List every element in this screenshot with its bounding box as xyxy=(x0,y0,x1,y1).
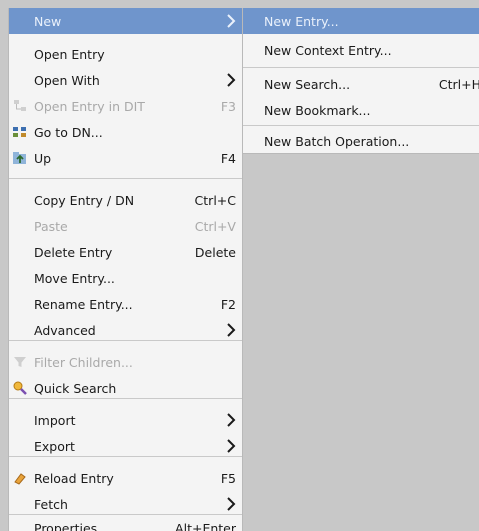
menu-item-label: Go to DN... xyxy=(34,124,103,140)
menu-item-shortcut: Ctrl+V xyxy=(194,218,236,234)
menu-item-copy-entry[interactable]: Copy Entry / DN Ctrl+C xyxy=(9,187,242,213)
menu-item-go-to-dn[interactable]: Go to DN... xyxy=(9,119,242,145)
menu-item-reload-entry[interactable]: Reload Entry F5 xyxy=(9,465,242,491)
menu-item-shortcut: Delete xyxy=(194,244,236,260)
menu-item-filter-children[interactable]: Filter Children... xyxy=(9,349,242,375)
menu-item-label: Open With xyxy=(34,72,100,88)
chevron-right-icon xyxy=(227,413,236,427)
menu-item-up[interactable]: Up F4 xyxy=(9,145,242,171)
menu-item-open-with[interactable]: Open With xyxy=(9,67,242,93)
menu-item-label: Filter Children... xyxy=(34,354,133,370)
quick-search-icon xyxy=(12,380,28,396)
menu-item-move-entry[interactable]: Move Entry... xyxy=(9,265,242,291)
background-area xyxy=(243,154,479,531)
menu-item-label: Import xyxy=(34,412,76,428)
menu-item-label: Reload Entry xyxy=(34,470,114,486)
submenu-separator xyxy=(243,67,479,68)
chevron-right-icon xyxy=(227,73,236,87)
menu-item-shortcut: F2 xyxy=(220,296,236,312)
submenu-separator xyxy=(243,125,479,126)
menu-item-label: Open Entry xyxy=(34,46,105,62)
reload-icon xyxy=(12,470,28,486)
menu-item-properties[interactable]: Properties Alt+Enter xyxy=(9,515,242,531)
chevron-right-icon xyxy=(227,439,236,453)
menu-item-import[interactable]: Import xyxy=(9,407,242,433)
menu-item-label: Copy Entry / DN xyxy=(34,192,135,208)
submenu-item-new-search[interactable]: New Search... Ctrl+H xyxy=(243,71,479,97)
submenu-item-new-batch-operation[interactable]: New Batch Operation... xyxy=(243,128,479,153)
menu-item-label: Fetch xyxy=(34,496,68,512)
menu-item-shortcut: F5 xyxy=(220,470,236,486)
menu-item-new[interactable]: New xyxy=(9,8,242,34)
submenu-item-new-bookmark[interactable]: New Bookmark... xyxy=(243,97,479,123)
context-menu: New Open Entry Open With Open Entry in D… xyxy=(8,8,243,531)
chevron-right-icon xyxy=(227,14,236,28)
menu-item-label: Properties xyxy=(34,520,98,531)
menu-item-label: Export xyxy=(34,438,75,454)
menu-item-shortcut: Ctrl+C xyxy=(194,192,236,208)
menu-separator xyxy=(9,456,242,457)
menu-item-label: Advanced xyxy=(34,322,96,338)
menu-item-label: Paste xyxy=(34,218,68,234)
menu-item-label: Delete Entry xyxy=(34,244,113,260)
new-submenu: New Entry... New Context Entry... New Se… xyxy=(243,8,479,154)
menu-item-label: Rename Entry... xyxy=(34,296,133,312)
menu-separator xyxy=(9,398,242,399)
menu-item-delete-entry[interactable]: Delete Entry Delete xyxy=(9,239,242,265)
menu-separator xyxy=(9,178,242,179)
menu-item-shortcut: F4 xyxy=(220,150,236,166)
menu-item-open-entry[interactable]: Open Entry xyxy=(9,41,242,67)
submenu-item-label: New Context Entry... xyxy=(264,42,392,58)
submenu-item-label: New Bookmark... xyxy=(264,102,371,118)
submenu-item-label: New Batch Operation... xyxy=(264,133,410,149)
filter-icon xyxy=(12,354,28,370)
submenu-item-label: New Entry... xyxy=(264,13,339,29)
submenu-item-shortcut: Ctrl+H xyxy=(438,76,479,92)
goto-dn-icon xyxy=(12,124,28,140)
menu-item-label: Open Entry in DIT xyxy=(34,98,145,114)
menu-separator xyxy=(9,340,242,341)
dit-icon xyxy=(12,98,28,114)
chevron-right-icon xyxy=(227,497,236,511)
menu-item-rename-entry[interactable]: Rename Entry... F2 xyxy=(9,291,242,317)
menu-item-shortcut: Alt+Enter xyxy=(175,520,236,531)
submenu-item-new-context-entry[interactable]: New Context Entry... xyxy=(243,37,479,63)
menu-item-label: New xyxy=(34,13,62,29)
submenu-item-new-entry[interactable]: New Entry... xyxy=(243,8,479,34)
chevron-right-icon xyxy=(227,323,236,337)
menu-item-shortcut: F3 xyxy=(220,98,236,114)
menu-item-label: Move Entry... xyxy=(34,270,115,286)
up-icon xyxy=(12,150,28,166)
menu-item-label: Quick Search xyxy=(34,380,117,396)
menu-item-label: Up xyxy=(34,150,52,166)
submenu-item-label: New Search... xyxy=(264,76,351,92)
menu-item-open-entry-in-dit[interactable]: Open Entry in DIT F3 xyxy=(9,93,242,119)
menu-item-paste[interactable]: Paste Ctrl+V xyxy=(9,213,242,239)
